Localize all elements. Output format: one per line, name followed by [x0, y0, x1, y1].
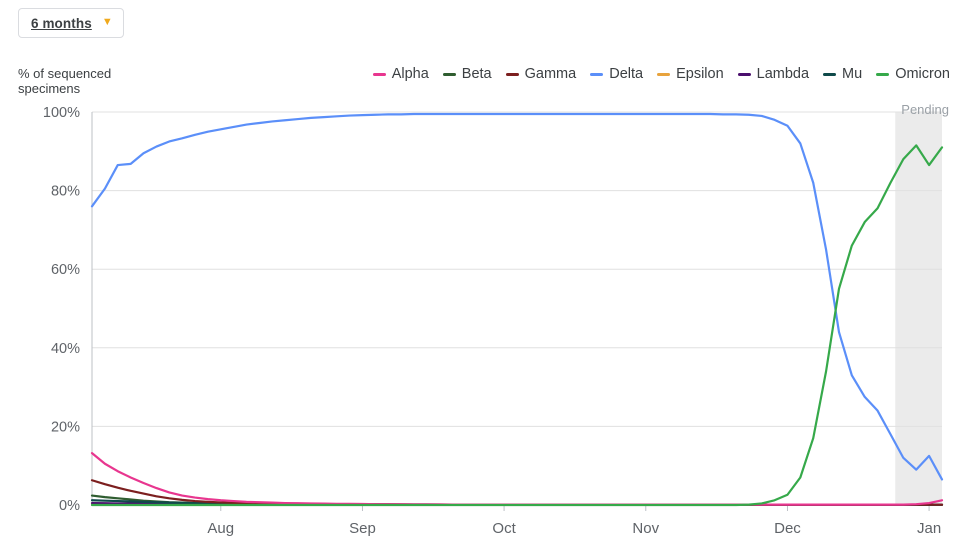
y-axis-caption: % of sequenced specimens	[18, 66, 112, 96]
legend-label: Delta	[609, 66, 644, 82]
series-line-delta	[90, 112, 944, 481]
legend-label: Gamma	[524, 66, 577, 82]
legend-item-epsilon[interactable]: Epsilon	[657, 66, 724, 82]
x-tick-label: Aug	[207, 520, 234, 537]
legend-item-delta[interactable]: Delta	[590, 66, 643, 82]
chart-area: Pending 0% 20% 40% 60% 80% 100% Aug Sep Oct Nov De…	[0, 100, 960, 555]
series-line-omicron	[90, 144, 944, 507]
x-tick-label: Sep	[349, 520, 376, 537]
legend-swatch-omicron	[876, 72, 890, 76]
legend-label: Mu	[842, 66, 863, 82]
legend-swatch-epsilon	[657, 72, 671, 76]
legend-label: Lambda	[756, 66, 810, 82]
legend-label: Alpha	[391, 66, 429, 82]
legend-item-gamma[interactable]: Gamma	[505, 66, 577, 82]
range-selector-label: 6 months	[31, 15, 92, 31]
legend-swatch-beta	[442, 72, 456, 76]
y-tick-label: 80%	[51, 184, 80, 200]
legend-swatch-delta	[590, 72, 604, 76]
x-tick-label: Jan	[917, 520, 941, 537]
legend-item-beta[interactable]: Beta	[442, 66, 492, 82]
y-tick-label: 20%	[51, 419, 80, 435]
legend-swatch-mu	[823, 72, 837, 76]
y-tick-label: 0%	[59, 498, 80, 514]
legend-label: Epsilon	[676, 66, 724, 82]
legend-item-alpha[interactable]: Alpha	[372, 66, 429, 82]
chart-legend: Alpha Beta Gamma Delta Epsilon Lambda Mu Omicro…	[270, 66, 950, 82]
x-tick-label: Oct	[492, 520, 516, 537]
legend-label: Beta	[461, 66, 492, 82]
y-tick-label: 100%	[43, 105, 80, 121]
legend-item-lambda[interactable]: Lambda	[737, 66, 810, 82]
range-selector-button[interactable]: 6 months ▼	[18, 8, 124, 38]
x-tick-label: Nov	[632, 520, 659, 537]
x-tick-label: Dec	[774, 520, 801, 537]
series-line-alpha	[90, 452, 944, 506]
chevron-down-icon: ▼	[101, 15, 113, 28]
pending-shaded-region	[895, 112, 942, 505]
legend-swatch-alpha	[372, 72, 386, 76]
legend-label: Omicron	[895, 66, 950, 82]
legend-item-mu[interactable]: Mu	[823, 66, 862, 82]
legend-item-omicron[interactable]: Omicron	[876, 66, 950, 82]
pending-label: Pending	[901, 102, 949, 117]
y-tick-label: 60%	[51, 262, 80, 278]
variant-proportions-line-chart: 0% 20% 40% 60% 80% 100% Aug Sep Oct Nov Dec Jan	[43, 105, 944, 537]
legend-swatch-lambda	[737, 72, 751, 76]
y-tick-label: 40%	[51, 341, 80, 357]
legend-swatch-gamma	[505, 72, 519, 76]
